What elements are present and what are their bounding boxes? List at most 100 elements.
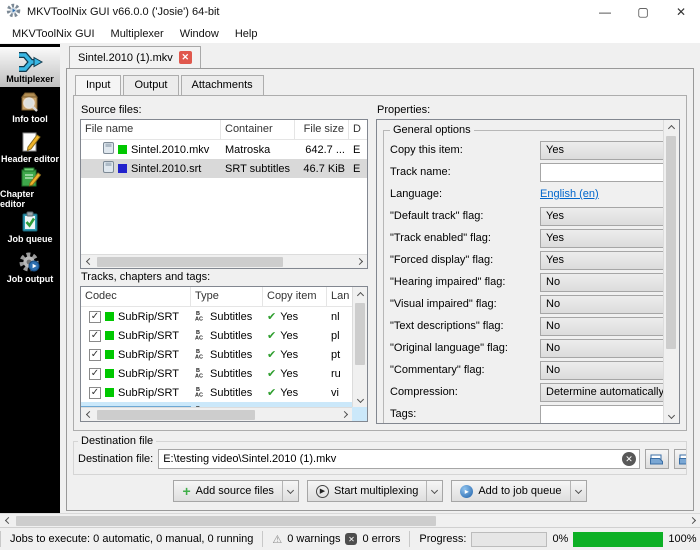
scrollbar-thumb[interactable] — [355, 303, 365, 366]
check-icon: ✔ — [267, 349, 277, 361]
column-copy-item[interactable]: Copy item — [263, 287, 327, 307]
close-button[interactable]: ✕ — [662, 0, 700, 24]
scroll-right-icon[interactable] — [353, 255, 367, 269]
track-row[interactable]: ✓ SubRip/SRT B AC Subtitles ✔ Yes pt — [81, 345, 367, 364]
tracks-vscrollbar[interactable] — [352, 287, 367, 407]
sidebar-item-chapter-editor[interactable]: Chapter editor — [0, 167, 60, 209]
scrollbar-thumb[interactable] — [97, 410, 255, 420]
scroll-left-icon[interactable] — [0, 514, 14, 528]
column-container[interactable]: Container — [221, 120, 295, 140]
sidebar-item-job-output[interactable]: Job output — [0, 247, 60, 287]
tags-input[interactable] — [540, 404, 663, 423]
copy-checkbox[interactable]: ✓ — [89, 310, 101, 323]
track-name-combo[interactable] — [540, 162, 663, 182]
tab-attachments[interactable]: Attachments — [180, 75, 264, 95]
commentary-flag-select[interactable]: No — [540, 360, 663, 380]
add-to-job-queue-button[interactable]: ▸ Add to job queue — [451, 480, 587, 502]
properties-vscrollbar[interactable] — [663, 120, 679, 423]
copy-checkbox[interactable]: ✓ — [89, 348, 101, 361]
source-file-container: Matroska — [225, 143, 271, 156]
original-language-flag-select[interactable]: No — [540, 338, 663, 358]
default-track-flag-select[interactable]: Yes — [540, 206, 663, 226]
track-color-square — [105, 369, 114, 378]
main-hscrollbar[interactable] — [0, 513, 700, 527]
window-title: MKVToolNix GUI v66.0.0 ('Josie') 64-bit — [27, 6, 220, 18]
track-codec: SubRip/SRT — [118, 367, 179, 380]
copy-checkbox[interactable]: ✓ — [89, 386, 101, 399]
scroll-up-icon[interactable] — [353, 287, 367, 301]
column-file-name[interactable]: File name — [81, 120, 221, 140]
track-row[interactable]: ✓ SubRip/SRT B AC Subtitles ✔ Yes ru — [81, 364, 367, 383]
scrollbar-thumb[interactable] — [16, 516, 436, 526]
column-type[interactable]: Type — [191, 287, 263, 307]
file-tab-label: Sintel.2010 (1).mkv — [78, 51, 173, 64]
sidebar-item-info-tool[interactable]: Info tool — [0, 87, 60, 127]
track-color-square — [105, 331, 114, 340]
menu-help[interactable]: Help — [227, 26, 266, 42]
scroll-down-icon[interactable] — [353, 393, 367, 407]
warnings-errors-status: ⚠ 0 warnings ✕ 0 errors — [262, 531, 409, 547]
text-descriptions-flag-select[interactable]: No — [540, 316, 663, 336]
source-file-row[interactable]: Sintel.2010.srt SRT subtitles 46.7 KiB E — [81, 159, 367, 178]
destination-file-input[interactable]: E:\testing video\Sintel.2010 (1).mkv ✕ — [158, 449, 640, 469]
track-copy: Yes — [280, 348, 299, 361]
column-codec[interactable]: Codec — [81, 287, 191, 307]
sidebar-item-multiplexer[interactable]: Multiplexer — [0, 47, 60, 87]
start-multiplexing-button[interactable]: ▶ Start multiplexing — [306, 480, 444, 502]
track-copy: Yes — [280, 329, 299, 342]
tab-input[interactable]: Input — [75, 75, 122, 95]
track-row[interactable]: ✓ SubRip/SRT B AC Subtitles ✔ Yes nl — [81, 307, 367, 326]
forced-display-flag-select[interactable]: Yes — [540, 250, 663, 270]
add-source-files-button[interactable]: + Add source files — [173, 480, 299, 502]
file-tab-sintel[interactable]: Sintel.2010 (1).mkv ✕ — [69, 46, 201, 68]
menu-window[interactable]: Window — [172, 26, 227, 42]
sidebar-item-header-editor[interactable]: Header editor — [0, 127, 60, 167]
add-to-job-queue-dropdown[interactable] — [571, 481, 586, 501]
track-copy: Yes — [280, 386, 299, 399]
clear-icon[interactable]: ✕ — [622, 452, 636, 466]
sidebar-item-job-queue[interactable]: Job queue — [0, 207, 60, 247]
add-source-files-dropdown[interactable] — [283, 481, 298, 501]
track-enabled-flag-select[interactable]: Yes — [540, 228, 663, 248]
destination-group-label: Destination file — [81, 435, 154, 447]
track-color-square — [118, 164, 127, 173]
scroll-right-icon[interactable] — [686, 514, 700, 528]
copy-checkbox[interactable]: ✓ — [89, 329, 101, 342]
tab-output[interactable]: Output — [123, 75, 179, 95]
menu-multiplexer[interactable]: Multiplexer — [103, 26, 172, 42]
gear-play-icon — [18, 251, 42, 273]
column-directory[interactable]: D — [349, 120, 367, 140]
minimize-button[interactable]: — — [586, 0, 624, 24]
track-row[interactable]: ✓ 8 entries Chapters ✔Yes — [81, 421, 368, 422]
source-files-table: File name Container File size D Sintel.2… — [80, 119, 368, 269]
copy-this-item-select[interactable]: Yes — [540, 140, 663, 160]
scroll-down-icon[interactable] — [665, 409, 679, 423]
browse-destination-button[interactable] — [645, 449, 669, 469]
scrollbar-thumb[interactable] — [97, 257, 283, 267]
source-files-hscrollbar[interactable] — [81, 254, 367, 268]
column-file-size[interactable]: File size — [295, 120, 349, 140]
hearing-impaired-flag-select[interactable]: No — [540, 272, 663, 292]
copy-checkbox[interactable]: ✓ — [89, 367, 101, 380]
menu-mkvtoolnix-gui[interactable]: MKVToolNix GUI — [4, 26, 103, 42]
track-row[interactable]: ✓ SubRip/SRT B AC Subtitles ✔ Yes vi — [81, 383, 367, 402]
tab-close-icon[interactable]: ✕ — [178, 51, 192, 64]
source-file-container: SRT subtitles — [225, 162, 291, 175]
destination-extra-button[interactable] — [674, 449, 686, 469]
start-multiplexing-dropdown[interactable] — [427, 481, 442, 501]
scroll-left-icon[interactable] — [81, 255, 95, 269]
scroll-right-icon[interactable] — [338, 408, 352, 422]
scrollbar-thumb[interactable] — [666, 136, 676, 349]
scroll-up-icon[interactable] — [665, 120, 679, 134]
source-file-row[interactable]: Sintel.2010.mkv Matroska 642.7 ... E — [81, 140, 367, 159]
tracks-hscrollbar[interactable] — [81, 407, 352, 421]
subtitles-icon: BAC — [195, 348, 206, 362]
scroll-left-icon[interactable] — [81, 408, 95, 422]
tracks-table: Codec Type Copy item Lan ✓ SubRip/SRT B … — [80, 286, 368, 422]
maximize-button[interactable]: ▢ — [624, 0, 662, 24]
language-link[interactable]: English (en) — [540, 188, 663, 200]
visual-impaired-flag-select[interactable]: No — [540, 294, 663, 314]
track-row[interactable]: ✓ SubRip/SRT B AC Subtitles ✔ Yes pl — [81, 326, 367, 345]
destination-file-value: E:\testing video\Sintel.2010 (1).mkv — [163, 453, 337, 465]
compression-select[interactable]: Determine automatically — [540, 382, 663, 402]
